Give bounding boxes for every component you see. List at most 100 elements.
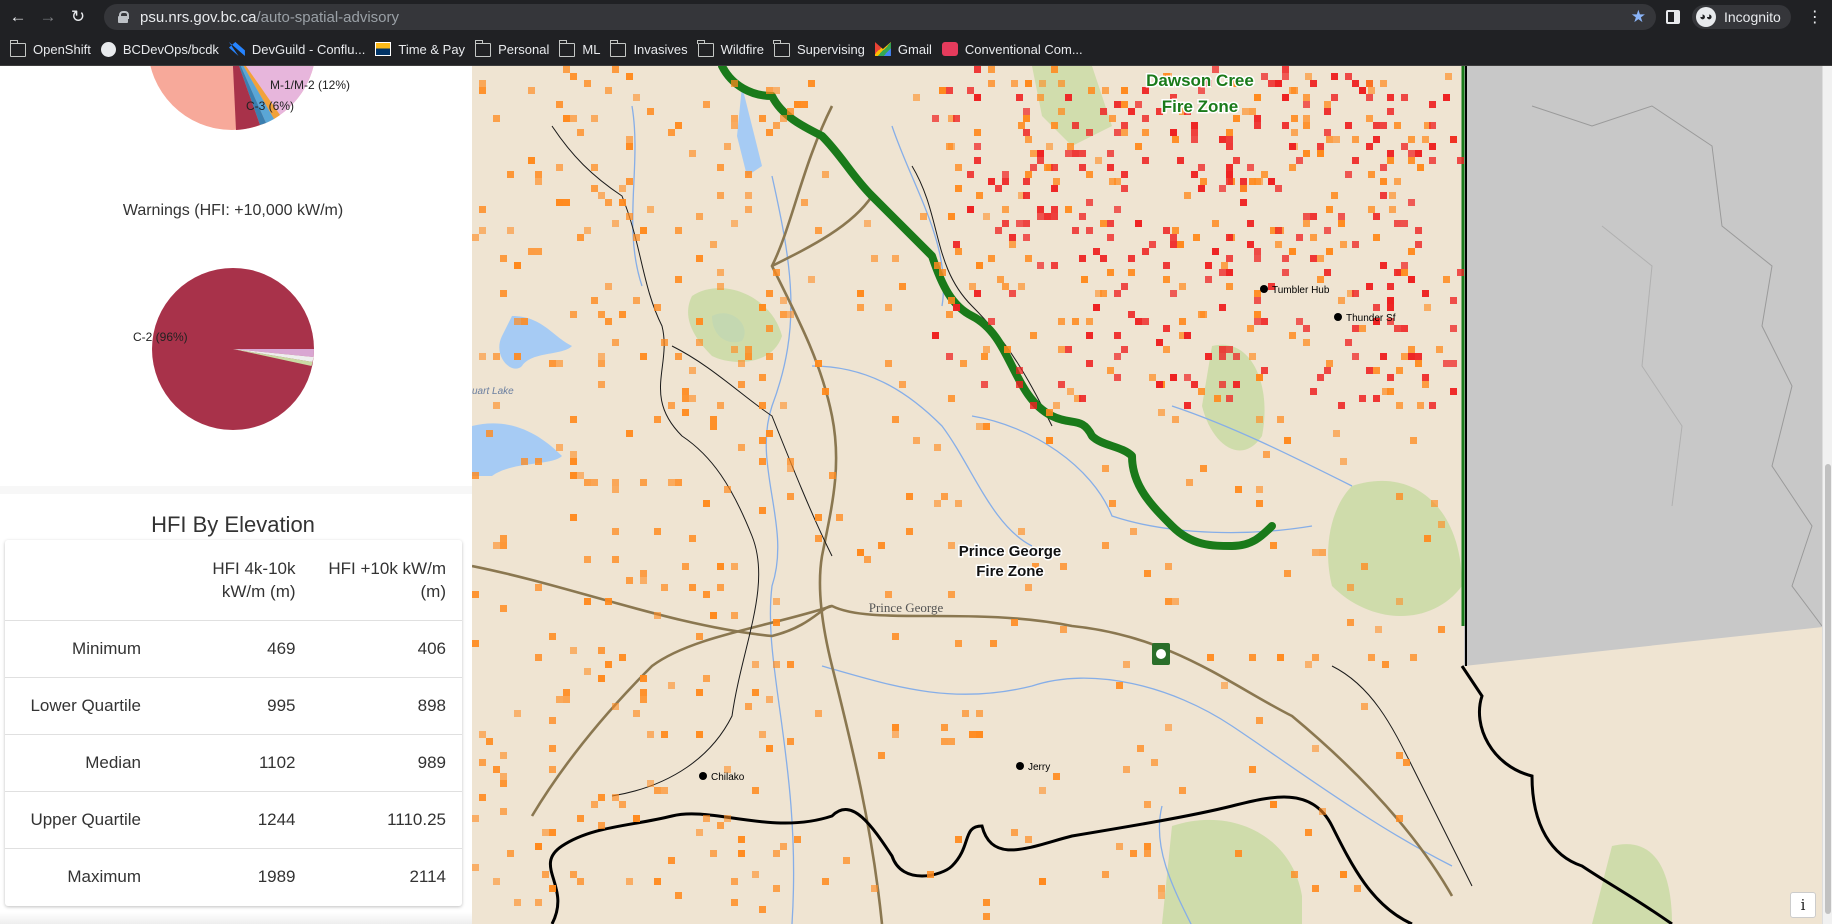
- hfi-cell: [1025, 255, 1032, 262]
- lock-icon[interactable]: [118, 11, 129, 23]
- back-arrow-icon[interactable]: ←: [6, 5, 30, 29]
- folder-icon: [697, 40, 714, 57]
- hfi-cell: [1100, 220, 1107, 227]
- url-text[interactable]: psu.nrs.gov.bc.ca/auto-spatial-advisory: [140, 9, 399, 26]
- bookmark-bcdk[interactable]: BCDevOps/bcdk: [100, 41, 219, 57]
- bookmark-wildfire[interactable]: Wildfire: [697, 40, 764, 57]
- hfi-cell: [1009, 241, 1016, 248]
- hfi-cell: [1072, 318, 1079, 325]
- bookmark-openshift[interactable]: OpenShift: [9, 40, 91, 57]
- cell-value: 406: [311, 620, 462, 678]
- hfi-cell: [612, 66, 619, 73]
- hfi-cell: [1184, 192, 1191, 199]
- hfi-cell: [766, 290, 773, 297]
- hfi-cell: [766, 353, 773, 360]
- hfi-cell: [1023, 129, 1030, 136]
- side-panel-icon[interactable]: [1666, 9, 1680, 24]
- hfi-cell: [696, 339, 703, 346]
- hfi-cell: [1324, 108, 1331, 115]
- bookmark-personal[interactable]: Personal: [474, 40, 549, 57]
- hfi-cell: [738, 444, 745, 451]
- hfi-cell: [1116, 682, 1123, 689]
- hfi-cell: [745, 346, 752, 353]
- hfi-cell: [500, 605, 507, 612]
- hfi-cell: [689, 150, 696, 157]
- hfi-cell: [1114, 374, 1121, 381]
- bookmark-conventional[interactable]: Conventional Com...: [941, 42, 1083, 57]
- reload-icon[interactable]: ↻: [66, 5, 90, 29]
- folder-icon: [609, 40, 627, 57]
- bookmark-star-icon[interactable]: ★: [1631, 7, 1646, 27]
- hfi-cell: [1002, 178, 1009, 185]
- hfi-cell: [766, 325, 773, 332]
- cell-value: 469: [157, 620, 312, 678]
- bookmark-ml[interactable]: ML: [558, 40, 600, 57]
- header-empty: [5, 540, 157, 621]
- map-canvas[interactable]: Tumbler Hub Thunder Sf Chilako Jerry Pri…: [472, 66, 1832, 924]
- hfi-cell: [598, 360, 605, 367]
- pie-label-m1m2: M-1/M-2 (12%): [270, 78, 351, 92]
- station-marker[interactable]: [699, 772, 707, 780]
- hfi-cell: [1291, 115, 1298, 122]
- hfi-cell: [1219, 353, 1226, 360]
- hfi-cell: [1142, 157, 1149, 164]
- hfi-cell: [1401, 353, 1408, 360]
- hfi-cell: [1025, 171, 1032, 178]
- row-label: Lower Quartile: [5, 677, 157, 735]
- hfi-cell: [1387, 94, 1394, 101]
- map-info-button[interactable]: i: [1790, 892, 1816, 918]
- hfi-cell: [1312, 745, 1319, 752]
- bookmark-supervising[interactable]: Supervising: [773, 40, 865, 57]
- hfi-cell: [1191, 381, 1198, 388]
- hfi-cell: [619, 654, 626, 661]
- hfi-cell: [598, 311, 605, 318]
- hfi-cell: [787, 661, 794, 668]
- hfi-cell: [1317, 150, 1324, 157]
- hfi-cell: [1310, 213, 1317, 220]
- hfi-cell: [1443, 276, 1450, 283]
- address-bar[interactable]: psu.nrs.gov.bc.ca/auto-spatial-advisory …: [104, 4, 1656, 30]
- hfi-cell: [946, 143, 953, 150]
- hfi-cell: [1163, 346, 1170, 353]
- hfi-cell: [1387, 283, 1394, 290]
- station-marker[interactable]: [1260, 285, 1268, 293]
- hfi-cell: [773, 619, 780, 626]
- hfi-cell: [647, 731, 654, 738]
- fire-map[interactable]: Tumbler Hub Thunder Sf Chilako Jerry Pri…: [472, 66, 1832, 924]
- hfi-cell: [493, 115, 500, 122]
- map-scrollbar[interactable]: [1822, 66, 1832, 924]
- bookmark-gmail[interactable]: Gmail: [874, 42, 932, 57]
- forward-arrow-icon[interactable]: →: [36, 5, 60, 29]
- hfi-cell: [570, 514, 577, 521]
- hfi-cell: [1401, 220, 1408, 227]
- station-marker[interactable]: [1334, 313, 1342, 321]
- hfi-cell: [1179, 283, 1186, 290]
- bookmark-invasives[interactable]: Invasives: [609, 40, 688, 57]
- bookmark-time-pay[interactable]: Time & Pay: [375, 42, 465, 57]
- kebab-menu-icon[interactable]: ⋮: [1807, 7, 1823, 27]
- hfi-cell: [1179, 318, 1186, 325]
- profile-button[interactable]: ◕◕ Incognito: [1692, 4, 1791, 29]
- cell-value: 898: [311, 677, 462, 735]
- hfi-cell: [1121, 171, 1128, 178]
- bookmark-devguild[interactable]: DevGuild - Conflu...: [228, 42, 365, 57]
- hfi-cell: [976, 192, 983, 199]
- station-marker[interactable]: [1016, 762, 1024, 770]
- hfi-cell: [1408, 157, 1415, 164]
- hfi-cell: [1373, 304, 1380, 311]
- cell-value: 1989: [257, 866, 296, 886]
- hfi-cell: [1324, 101, 1331, 108]
- scrollbar-thumb[interactable]: [1825, 464, 1831, 914]
- hfi-cell: [1338, 297, 1345, 304]
- hfi-cell: [1389, 206, 1396, 213]
- hfi-cell: [549, 717, 556, 724]
- hfi-cell: [535, 171, 542, 178]
- hfi-cell: [479, 353, 486, 360]
- hfi-cell: [1114, 206, 1121, 213]
- hfi-cell: [1408, 276, 1415, 283]
- hfi-cell: [955, 185, 962, 192]
- hfi-cell: [815, 227, 822, 234]
- advisory-side-panel: M-1/M-2 (12%) C-3 (6%) Warnings (HFI: +1…: [0, 66, 472, 924]
- hfi-cell: [878, 752, 885, 759]
- hfi-cell: [500, 535, 507, 542]
